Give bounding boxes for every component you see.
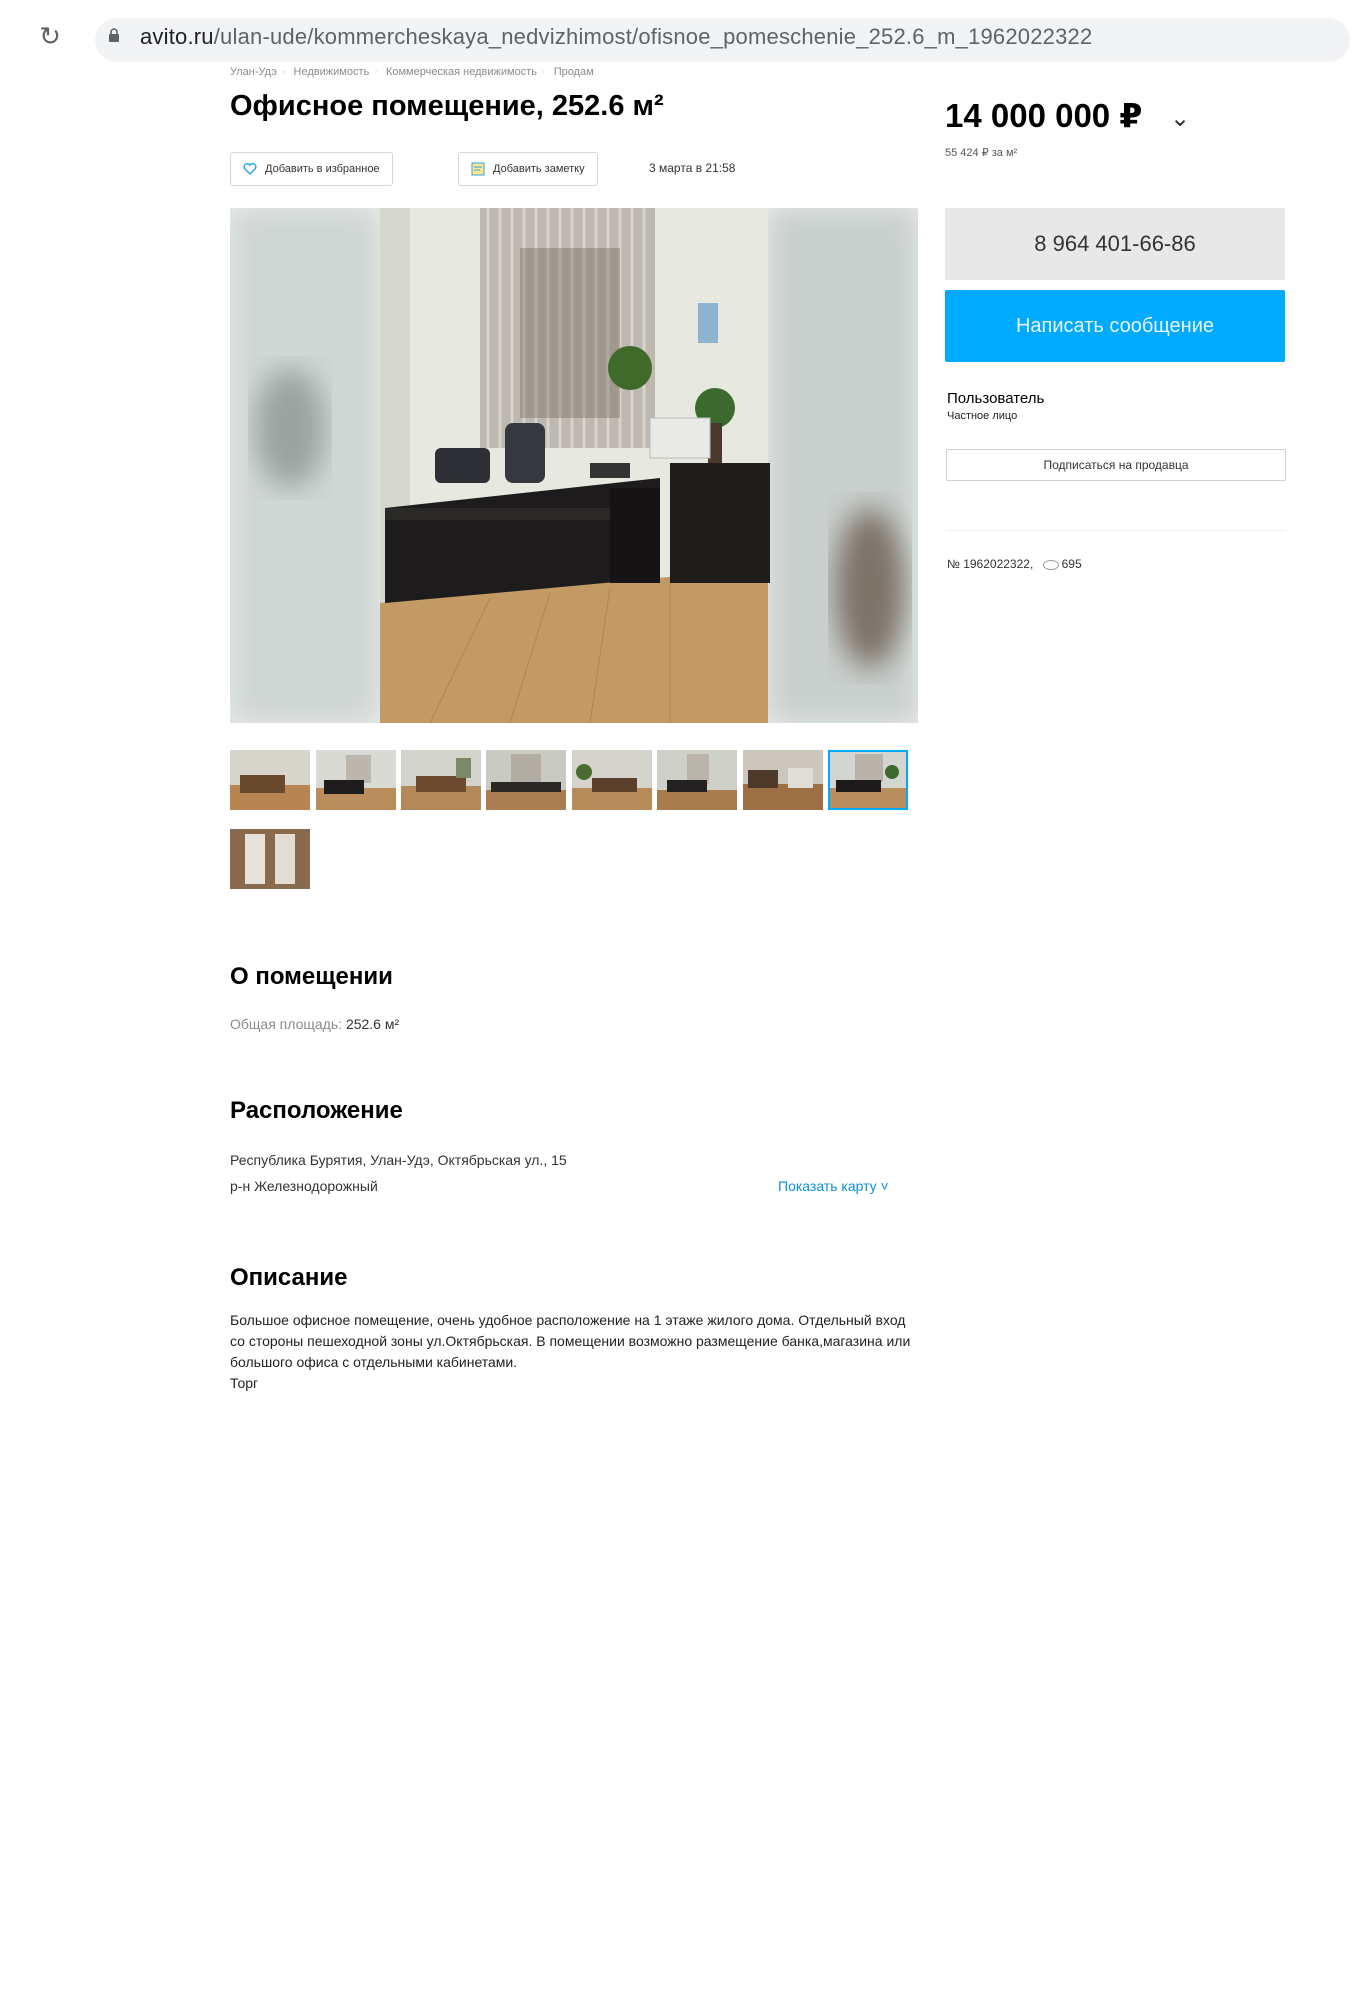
area-value: 252.6 м²: [345, 1016, 400, 1032]
description-heading: Описание: [230, 1264, 348, 1291]
breadcrumb-item[interactable]: Недвижимость: [294, 66, 370, 78]
gallery-thumbnail[interactable]: [230, 750, 310, 810]
thumbnail-image: [743, 750, 823, 810]
thumbnail-image: [401, 750, 481, 810]
gallery-thumbnail[interactable]: [401, 750, 481, 810]
url-host: avito.ru: [140, 24, 214, 49]
description-extra: Торг: [230, 1375, 259, 1391]
gallery-thumbnail[interactable]: [657, 750, 737, 810]
office-photo: [230, 208, 918, 723]
district: р-н Железнодорожный: [230, 1178, 378, 1194]
thumbnail-image: [830, 752, 906, 808]
subscribe-seller-button[interactable]: Подписаться на продавца: [946, 449, 1286, 481]
views-count: 695: [1061, 557, 1082, 571]
eye-icon: [1042, 559, 1059, 570]
add-favorite-label: Добавить в избранное: [265, 163, 380, 175]
chevron-down-icon[interactable]: ⌄: [1170, 104, 1190, 133]
gallery-thumbnail[interactable]: [486, 750, 566, 810]
note-icon: [471, 162, 485, 176]
description-body: Большое офисное помещение, очень удобное…: [230, 1310, 920, 1394]
ad-number: № 1962022322: [947, 557, 1030, 571]
chevron-down-icon: ˅: [876, 1178, 889, 1194]
main-photo[interactable]: [230, 208, 918, 723]
gallery-thumbnail[interactable]: [743, 750, 823, 810]
description-text: Большое офисное помещение, очень удобное…: [230, 1312, 911, 1370]
breadcrumb: Улан-Удэ · Недвижимость · Коммерческая нед…: [230, 66, 594, 78]
show-map-label: Показать карту: [778, 1178, 877, 1194]
url-text[interactable]: avito.ru/ulan-ude/kommercheskaya_nedvizh…: [140, 24, 1092, 50]
area-label: Общая площадь:: [230, 1016, 343, 1032]
add-note-button[interactable]: Добавить заметку: [458, 152, 598, 186]
page-title: Офисное помещение, 252.6 м²: [230, 90, 664, 122]
add-favorite-button[interactable]: Добавить в избранное: [230, 152, 393, 186]
gallery-thumbnail[interactable]: [230, 829, 310, 889]
gallery-thumbnail-selected[interactable]: [828, 750, 908, 810]
show-phone-button[interactable]: 8 964 401-66-86: [945, 208, 1285, 280]
thumbnail-image: [572, 750, 652, 810]
address: Республика Бурятия, Улан-Удэ, Октябрьска…: [230, 1152, 567, 1168]
seller-type: Частное лицо: [947, 410, 1018, 422]
gallery-thumbnail[interactable]: [572, 750, 652, 810]
lock-icon: [109, 28, 119, 42]
area-row: Общая площадь: 252.6 м²: [230, 1016, 399, 1032]
thumbnail-image: [486, 750, 566, 810]
breadcrumb-item[interactable]: Продам: [554, 66, 594, 78]
url-path: /ulan-ude/kommercheskaya_nedvizhimost/of…: [213, 24, 1093, 49]
published-date: 3 марта в 21:58: [649, 161, 736, 175]
show-map-link[interactable]: Показать карту ˅: [778, 1178, 889, 1194]
reload-icon[interactable]: ↻: [36, 22, 64, 50]
breadcrumb-item[interactable]: Коммерческая недвижимость: [386, 66, 537, 78]
heart-icon: [243, 162, 257, 176]
write-message-button[interactable]: Написать сообщение: [945, 290, 1285, 362]
thumbnail-image: [230, 829, 310, 889]
add-note-label: Добавить заметку: [493, 163, 585, 175]
about-heading: О помещении: [230, 963, 393, 990]
location-heading: Расположение: [230, 1097, 403, 1124]
breadcrumb-item[interactable]: Улан-Удэ: [230, 66, 277, 78]
price-per-m2: 55 424 ₽ за м²: [945, 147, 1018, 159]
seller-name[interactable]: Пользователь: [947, 390, 1044, 407]
ad-meta: № 1962022322, 695: [947, 557, 1082, 571]
thumbnail-image: [316, 750, 396, 810]
thumbnail-image: [657, 750, 737, 810]
price: 14 000 000 ₽: [945, 97, 1143, 134]
divider: [946, 530, 1286, 531]
thumbnail-image: [230, 750, 310, 810]
gallery-thumbnail[interactable]: [316, 750, 396, 810]
